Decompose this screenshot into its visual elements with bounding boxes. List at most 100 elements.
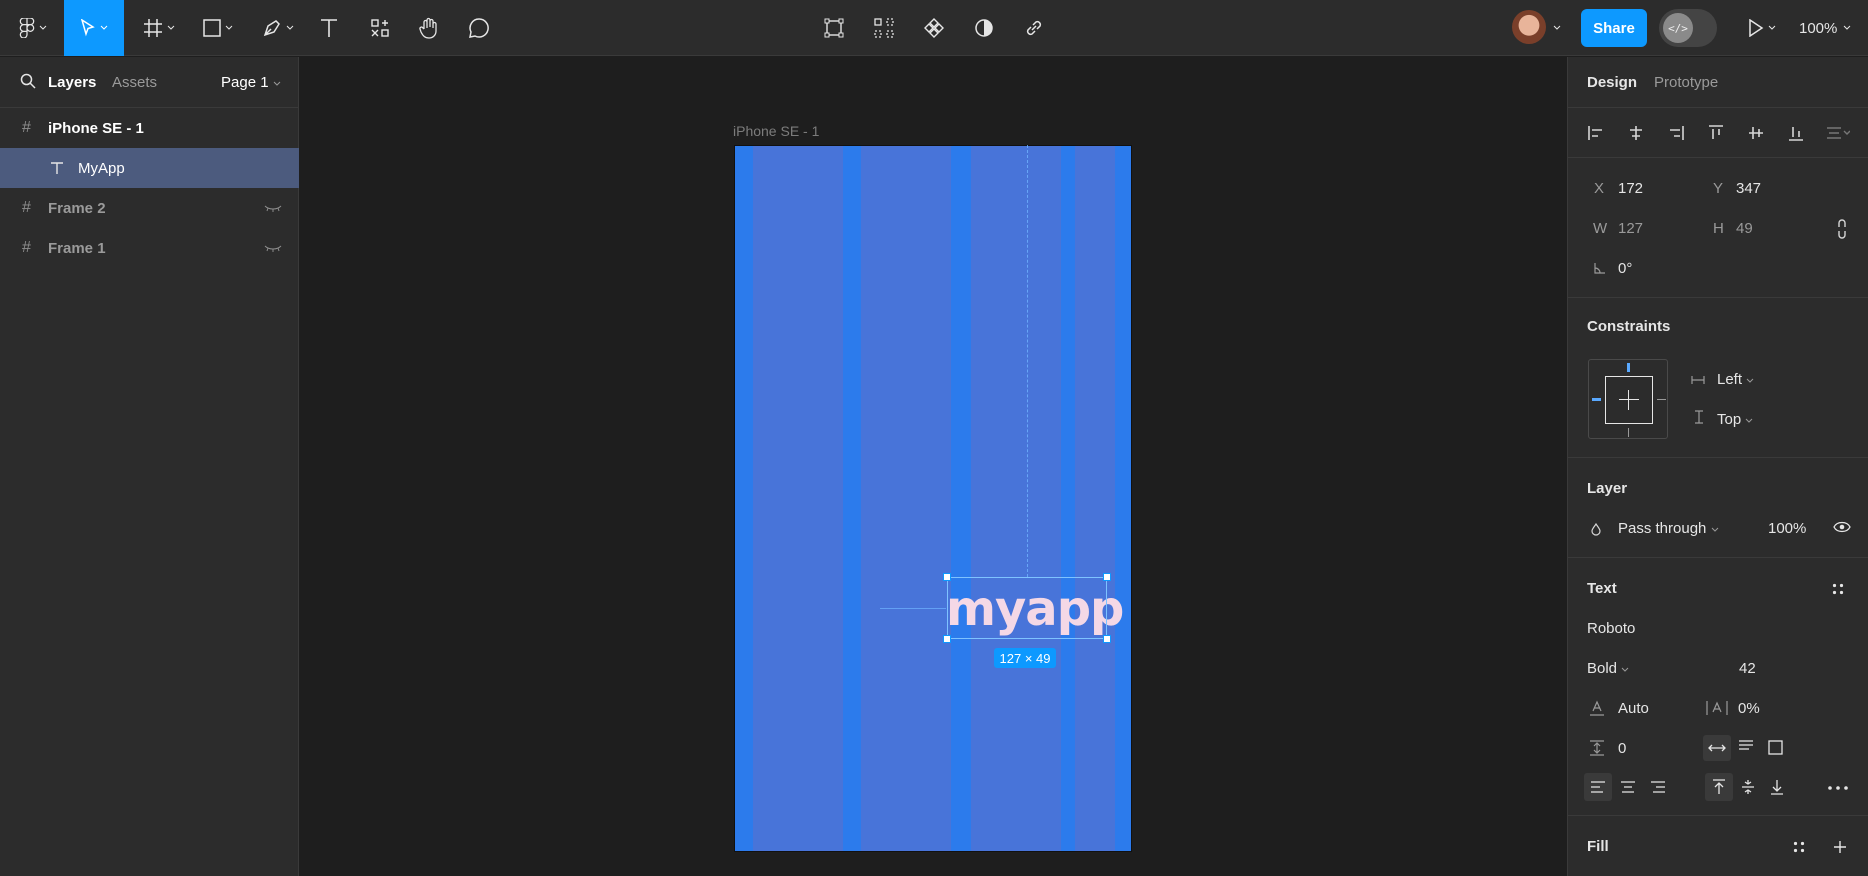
layer-row-myapp[interactable]: MyApp bbox=[0, 148, 299, 188]
page-selector[interactable]: Page 1 bbox=[221, 74, 281, 91]
w-input[interactable]: 127 bbox=[1618, 220, 1643, 237]
frame-icon: # bbox=[22, 119, 31, 136]
layer-row-frame-1[interactable]: # Frame 1 bbox=[0, 228, 299, 268]
user-avatar[interactable] bbox=[1512, 10, 1546, 44]
constraint-bottom[interactable] bbox=[1628, 428, 1629, 437]
constraint-top-active[interactable] bbox=[1627, 363, 1630, 372]
top-toolbar: Share </> 100% bbox=[0, 0, 1868, 56]
dev-mode-icon: </> bbox=[1663, 13, 1693, 43]
tab-design[interactable]: Design bbox=[1587, 74, 1637, 91]
text-align-right-icon[interactable] bbox=[1650, 781, 1666, 793]
figma-logo-icon bbox=[19, 18, 35, 38]
frame-tool-button[interactable] bbox=[136, 0, 182, 56]
rotation-input[interactable]: 0° bbox=[1618, 260, 1632, 277]
resize-handle[interactable] bbox=[943, 573, 951, 581]
y-input[interactable]: 347 bbox=[1736, 180, 1761, 197]
align-horizontal-center-icon[interactable] bbox=[1628, 125, 1644, 141]
tab-assets[interactable]: Assets bbox=[112, 74, 157, 91]
present-button[interactable] bbox=[1744, 0, 1780, 56]
align-bottom-icon[interactable] bbox=[1788, 125, 1804, 141]
align-text-top-button[interactable] bbox=[1705, 773, 1733, 801]
blend-mode-value: Pass through bbox=[1618, 520, 1707, 537]
auto-width-button[interactable] bbox=[1703, 735, 1731, 761]
auto-height-icon[interactable] bbox=[1738, 740, 1754, 754]
text-tool-button[interactable] bbox=[314, 0, 344, 56]
share-button[interactable]: Share bbox=[1581, 9, 1647, 47]
text-styles-grid-icon[interactable] bbox=[1832, 583, 1844, 595]
iphone-frame[interactable] bbox=[734, 145, 1132, 852]
constraints-crosshair bbox=[1619, 399, 1639, 400]
frame-label[interactable]: iPhone SE - 1 bbox=[733, 123, 819, 139]
h-input[interactable]: 49 bbox=[1736, 220, 1753, 237]
figma-menu-button[interactable] bbox=[12, 0, 54, 56]
horizontal-constraint-select[interactable]: Left bbox=[1717, 371, 1754, 388]
comment-tool-button[interactable] bbox=[464, 0, 494, 56]
eye-icon[interactable] bbox=[1833, 521, 1851, 533]
align-text-middle-icon[interactable] bbox=[1741, 779, 1755, 795]
hand-icon bbox=[419, 17, 437, 39]
line-height-input[interactable]: Auto bbox=[1618, 700, 1649, 717]
paragraph-spacing-input[interactable]: 0 bbox=[1618, 740, 1626, 757]
avatar-menu-button[interactable] bbox=[1550, 0, 1564, 56]
align-right-icon[interactable] bbox=[1668, 125, 1684, 141]
resize-handle[interactable] bbox=[1103, 573, 1111, 581]
constraints-crosshair bbox=[1628, 390, 1629, 410]
grid-pattern-button[interactable] bbox=[870, 0, 898, 56]
fixed-size-icon[interactable] bbox=[1768, 740, 1783, 755]
text-align-left-button[interactable] bbox=[1584, 773, 1612, 801]
font-weight-select[interactable]: Bold bbox=[1587, 660, 1629, 677]
layer-row-frame-2[interactable]: # Frame 2 bbox=[0, 188, 299, 228]
layout-grid-column bbox=[971, 146, 1061, 851]
opacity-input[interactable]: 100% bbox=[1768, 520, 1806, 537]
tab-layers[interactable]: Layers bbox=[48, 74, 96, 91]
search-icon[interactable] bbox=[20, 73, 36, 89]
tab-prototype[interactable]: Prototype bbox=[1654, 74, 1718, 91]
align-top-icon[interactable] bbox=[1708, 125, 1724, 141]
chevron-down-icon bbox=[100, 25, 108, 30]
auto-width-icon bbox=[1708, 744, 1726, 752]
constraints-widget[interactable] bbox=[1588, 359, 1668, 439]
text-t-icon bbox=[321, 19, 337, 37]
distribute-icon[interactable] bbox=[1826, 125, 1850, 141]
layer-row-iphone-se-1[interactable]: # iPhone SE - 1 bbox=[0, 108, 299, 148]
hand-tool-button[interactable] bbox=[414, 0, 444, 56]
frame-icon: # bbox=[22, 199, 31, 216]
eye-closed-icon[interactable] bbox=[264, 244, 282, 252]
letter-spacing-input[interactable]: 0% bbox=[1738, 700, 1760, 717]
more-options-icon[interactable] bbox=[1828, 786, 1848, 790]
cursor-icon bbox=[80, 19, 95, 37]
resize-handle[interactable] bbox=[943, 635, 951, 643]
resources-button[interactable] bbox=[364, 0, 396, 56]
font-size-input[interactable]: 42 bbox=[1739, 660, 1756, 677]
play-icon bbox=[1749, 19, 1764, 37]
zoom-menu[interactable]: 100% bbox=[1799, 0, 1851, 56]
transform-button[interactable] bbox=[820, 0, 848, 56]
add-fill-icon[interactable] bbox=[1833, 840, 1847, 854]
align-text-bottom-icon[interactable] bbox=[1770, 779, 1784, 795]
chevron-down-icon bbox=[225, 25, 233, 30]
vertical-constraint-select[interactable]: Top bbox=[1717, 411, 1753, 428]
constraints-inner-box bbox=[1605, 376, 1653, 424]
constraint-left-active[interactable] bbox=[1592, 398, 1601, 401]
fill-styles-grid-icon[interactable] bbox=[1793, 841, 1805, 853]
x-input[interactable]: 172 bbox=[1618, 180, 1643, 197]
move-tool-button[interactable] bbox=[64, 0, 124, 56]
text-align-center-icon[interactable] bbox=[1620, 781, 1636, 793]
resize-handle[interactable] bbox=[1103, 635, 1111, 643]
component-button[interactable] bbox=[920, 0, 948, 56]
pen-tool-button[interactable] bbox=[256, 0, 300, 56]
font-family-select[interactable]: Roboto bbox=[1587, 620, 1635, 637]
transform-icon bbox=[824, 18, 844, 38]
constraints-title: Constraints bbox=[1587, 318, 1671, 335]
shape-tool-button[interactable] bbox=[196, 0, 240, 56]
align-vertical-center-icon[interactable] bbox=[1748, 125, 1764, 141]
align-left-icon[interactable] bbox=[1588, 125, 1604, 141]
dev-mode-toggle[interactable]: </> bbox=[1659, 9, 1717, 47]
eye-closed-icon[interactable] bbox=[264, 204, 282, 212]
constraint-right[interactable] bbox=[1657, 399, 1666, 400]
constrain-proportions-icon[interactable] bbox=[1836, 219, 1848, 239]
link-button[interactable] bbox=[1020, 0, 1048, 56]
blend-mode-select[interactable]: Pass through bbox=[1618, 520, 1719, 537]
contrast-button[interactable] bbox=[970, 0, 998, 56]
size-badge: 127 × 49 bbox=[994, 648, 1056, 668]
